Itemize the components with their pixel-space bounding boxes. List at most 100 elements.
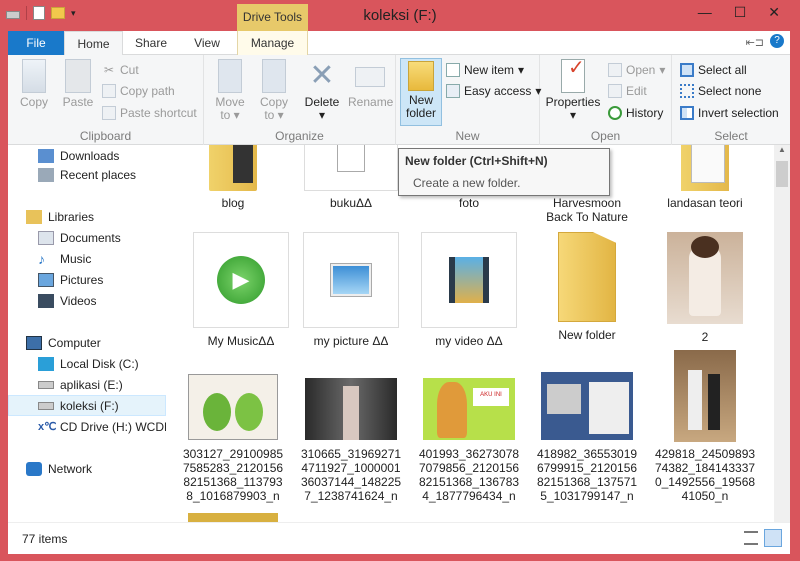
scroll-thumb[interactable]	[776, 161, 788, 187]
list-item[interactable]: blog	[174, 145, 292, 210]
move-to-button[interactable]: Move to ▾	[210, 59, 250, 122]
list-item[interactable]: ▶ My MusicΔΔ	[182, 232, 300, 348]
play-icon: ▶	[217, 256, 265, 304]
invert-selection-button[interactable]: Invert selection	[680, 106, 779, 120]
delete-button[interactable]: ✕ Delete ▾	[300, 59, 344, 122]
list-item[interactable]: landasan teori	[646, 145, 764, 210]
tooltip-description: Create a new folder.	[413, 176, 521, 190]
group-clipboard: Copy Paste ✂ Cut Copy path Paste shortcu…	[8, 55, 204, 145]
list-item[interactable]: 303127_29100985 7585283_2120156 82151368…	[174, 372, 292, 503]
group-label-open: Open	[590, 129, 621, 143]
nav-recent-places[interactable]: Recent places	[8, 164, 166, 185]
drive-icon	[38, 380, 54, 389]
pictures-icon	[38, 272, 54, 287]
nav-network[interactable]: Network	[8, 458, 166, 479]
list-item[interactable]: AKU INI 401993_36273078 7079856_2120156 …	[410, 372, 528, 503]
open-icon	[608, 63, 622, 77]
file-view: blog bukuΔΔ foto Harvesmoon Back To Natu…	[166, 145, 774, 522]
group-new: New folder New item ▾ Easy access ▾ New	[396, 55, 541, 145]
nav-aplikasi-e[interactable]: aplikasi (E:)	[8, 374, 166, 395]
window-title: koleksi (F:)	[363, 7, 437, 24]
open-button[interactable]: Open ▾	[608, 63, 665, 77]
nav-koleksi-f[interactable]: koleksi (F:)	[8, 395, 166, 416]
list-item[interactable]: my picture ΔΔ	[292, 232, 410, 348]
windows-drive-icon	[38, 356, 54, 371]
group-open: ✓ Properties ▾ Open ▾ Edit History Open	[540, 55, 672, 145]
tab-file[interactable]: File	[8, 31, 64, 55]
list-item[interactable]: 310665_31969271 4711927_1000001 36037144…	[292, 372, 410, 503]
group-label-organize: Organize	[275, 129, 324, 143]
paste-button[interactable]: Paste	[58, 59, 98, 109]
nav-libraries[interactable]: Libraries	[8, 206, 166, 227]
video-icon	[449, 257, 489, 303]
list-item[interactable]: New folder	[528, 232, 646, 342]
tab-share[interactable]: Share	[123, 31, 179, 55]
photo-thumbnail: AKU INI	[423, 378, 515, 440]
tab-home[interactable]: Home	[64, 31, 123, 56]
nav-documents[interactable]: Documents	[8, 227, 166, 248]
minimize-icon[interactable]: —	[698, 4, 712, 21]
list-item[interactable]: 2	[646, 232, 764, 344]
cut-button[interactable]: ✂ Cut	[102, 63, 139, 77]
documents-icon	[38, 230, 54, 245]
network-icon	[26, 461, 42, 476]
copy-to-button[interactable]: Copy to ▾	[254, 59, 294, 122]
list-item[interactable]: my video ΔΔ	[410, 232, 528, 348]
copy-button[interactable]: Copy	[14, 59, 54, 109]
vertical-scrollbar[interactable]: ▲	[774, 145, 790, 522]
list-item[interactable]: 418982_36553019 6799915_2120156 82151368…	[528, 372, 646, 503]
close-icon[interactable]: ✕	[768, 4, 780, 21]
nav-cd-drive-h[interactable]: x℃ CD Drive (H:) WCDM	[8, 416, 166, 437]
select-none-icon	[680, 84, 694, 98]
nav-computer[interactable]: Computer	[8, 332, 166, 353]
properties-icon: ✓	[561, 58, 585, 93]
select-none-button[interactable]: Select none	[680, 84, 761, 98]
tab-view[interactable]: View	[179, 31, 235, 55]
new-item-icon	[446, 63, 460, 77]
list-item[interactable]: bukuΔΔ	[292, 145, 410, 210]
group-organize: Move to ▾ Copy to ▾ ✕ Delete ▾ Rename Or…	[204, 55, 396, 145]
maximize-icon[interactable]: ☐	[734, 4, 747, 21]
folder-icon	[209, 145, 257, 191]
history-button[interactable]: History	[608, 106, 663, 120]
copy-path-icon	[102, 84, 116, 98]
photo-thumbnail	[667, 232, 743, 324]
edit-button[interactable]: Edit	[608, 84, 647, 98]
photo-thumbnail	[541, 372, 633, 440]
help-icon[interactable]: ?	[770, 34, 784, 48]
tab-manage[interactable]: Manage	[237, 31, 308, 55]
tooltip-title: New folder (Ctrl+Shift+N)	[405, 154, 548, 168]
pin-icon[interactable]: ⇤⊐	[746, 36, 764, 49]
nav-videos[interactable]: Videos	[8, 290, 166, 311]
computer-icon	[26, 335, 42, 350]
select-all-button[interactable]: Select all	[680, 63, 747, 77]
copy-path-button[interactable]: Copy path	[102, 84, 175, 98]
properties-button[interactable]: ✓ Properties ▾	[544, 58, 602, 122]
nav-pictures[interactable]: Pictures	[8, 269, 166, 290]
photo-thumbnail	[305, 378, 397, 440]
easy-access-button[interactable]: Easy access ▾	[446, 84, 541, 98]
scroll-up-arrow[interactable]: ▲	[774, 145, 790, 159]
photo-thumbnail[interactable]	[188, 513, 278, 522]
ribbon: Copy Paste ✂ Cut Copy path Paste shortcu…	[8, 55, 790, 145]
edit-icon	[608, 84, 622, 98]
nav-downloads[interactable]: Downloads	[8, 145, 166, 166]
large-icons-view-icon[interactable]	[764, 529, 782, 547]
photo-thumbnail	[674, 350, 736, 442]
folder-icon	[304, 145, 398, 191]
scissors-icon: ✂	[103, 63, 115, 77]
group-label-select: Select	[714, 129, 748, 143]
music-icon: ♪	[38, 250, 45, 267]
new-folder-button[interactable]: New folder	[400, 58, 442, 126]
nav-music[interactable]: ♪ Music	[8, 248, 166, 269]
details-view-icon[interactable]	[744, 531, 758, 545]
folder-icon	[681, 145, 729, 191]
explorer-window: ▾ Drive Tools koleksi (F:) — ☐ ✕ File Ho…	[0, 0, 800, 561]
new-item-button[interactable]: New item ▾	[446, 63, 524, 77]
rename-button[interactable]: Rename	[348, 59, 393, 109]
nav-local-disk-c[interactable]: Local Disk (C:)	[8, 353, 166, 374]
list-item[interactable]: 429818_24509893 74382_184143337 0_149255…	[646, 350, 764, 503]
paste-shortcut-button[interactable]: Paste shortcut	[102, 106, 197, 120]
item-count: 77 items	[22, 532, 68, 546]
title-bar: ▾ Drive Tools koleksi (F:) — ☐ ✕	[0, 0, 800, 31]
